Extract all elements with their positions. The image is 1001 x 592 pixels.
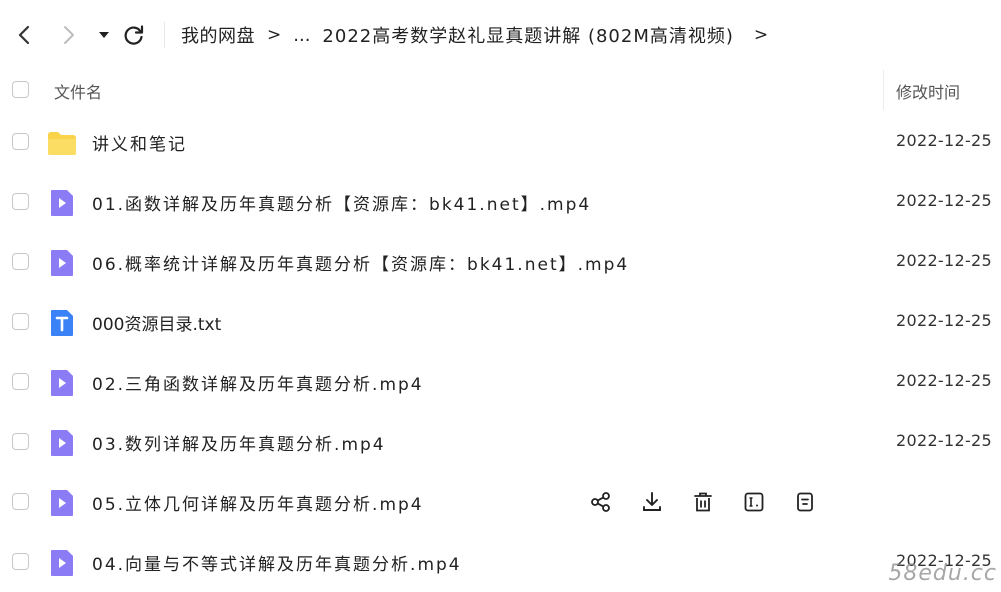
row-checkbox[interactable]	[12, 433, 29, 450]
row-checkbox[interactable]	[12, 493, 29, 510]
file-modified-date: 2022-12-25	[896, 131, 992, 150]
file-name[interactable]: 06.概率统计详解及历年真题分析【资源库：bk41.net】.mp4	[92, 250, 629, 275]
row-checkbox[interactable]	[12, 373, 29, 390]
row-actions	[587, 487, 842, 517]
top-navigation: 我的网盘 > ... 2022高考数学赵礼显真题讲解 (802M高清视频) >	[0, 0, 1001, 70]
row-checkbox[interactable]	[12, 133, 29, 150]
file-modified-date: 2022-12-25	[896, 371, 992, 390]
forward-button[interactable]	[55, 20, 83, 50]
file-name[interactable]: 04.向量与不等式详解及历年真题分析.mp4	[92, 550, 462, 575]
chevron-left-icon	[18, 25, 30, 45]
back-button[interactable]	[10, 20, 38, 50]
video-file-icon	[51, 490, 73, 516]
breadcrumb-separator: >	[267, 25, 282, 45]
video-file-icon	[51, 250, 73, 276]
file-name[interactable]: 02.三角函数详解及历年真题分析.mp4	[92, 370, 424, 395]
breadcrumb-root[interactable]: 我的网盘	[181, 22, 255, 48]
refresh-button[interactable]	[120, 20, 148, 50]
file-row[interactable]: 000资源目录.txt 2022-12-25	[0, 292, 1001, 352]
delete-icon	[694, 492, 712, 512]
file-modified-date: 2022-12-25	[896, 251, 992, 270]
row-checkbox[interactable]	[12, 253, 29, 270]
file-name[interactable]: 03.数列详解及历年真题分析.mp4	[92, 430, 386, 455]
file-row[interactable]: 02.三角函数详解及历年真题分析.mp4 2022-12-25	[0, 352, 1001, 412]
breadcrumb-ellipsis[interactable]: ...	[293, 25, 310, 46]
file-name[interactable]: 01.函数详解及历年真题分析【资源库：bk41.net】.mp4	[92, 190, 591, 215]
file-row[interactable]: 01.函数详解及历年真题分析【资源库：bk41.net】.mp4 2022-12…	[0, 172, 1001, 232]
file-name[interactable]: 05.立体几何详解及历年真题分析.mp4	[92, 490, 424, 515]
watermark: 58edu.cc	[888, 561, 997, 586]
column-divider	[883, 70, 884, 110]
rename-button[interactable]	[740, 488, 768, 516]
more-icon	[797, 492, 813, 512]
history-dropdown-button[interactable]	[90, 20, 118, 50]
file-modified-date: 2022-12-25	[896, 431, 992, 450]
download-button[interactable]	[638, 488, 666, 516]
file-name[interactable]: 000资源目录.txt	[92, 310, 221, 335]
video-file-icon	[51, 190, 73, 216]
row-checkbox[interactable]	[12, 313, 29, 330]
video-file-icon	[51, 430, 73, 456]
file-list-header: 文件名 修改时间	[0, 70, 1001, 110]
file-modified-date: 2022-12-25	[896, 311, 992, 330]
file-name[interactable]: 讲义和笔记	[92, 130, 187, 155]
share-icon	[591, 492, 610, 512]
video-file-icon	[51, 550, 73, 576]
delete-button[interactable]	[689, 488, 717, 516]
file-row[interactable]: 讲义和笔记 2022-12-25	[0, 112, 1001, 172]
file-row[interactable]: 04.向量与不等式详解及历年真题分析.mp4 2022-12-25	[0, 532, 1001, 592]
select-all-checkbox[interactable]	[12, 81, 29, 98]
share-button[interactable]	[587, 488, 615, 516]
refresh-icon	[124, 25, 144, 45]
column-header-name[interactable]: 文件名	[54, 79, 102, 103]
nav-divider	[164, 22, 165, 48]
more-button[interactable]	[791, 488, 819, 516]
file-row-hovered[interactable]: 05.立体几何详解及历年真题分析.mp4	[0, 472, 1001, 532]
breadcrumb-current: 2022高考数学赵礼显真题讲解 (802M高清视频)	[322, 26, 734, 47]
chevron-right-icon	[64, 26, 74, 44]
file-modified-date: 2022-12-25	[896, 191, 992, 210]
column-header-modified-time[interactable]: 修改时间	[896, 79, 960, 103]
row-checkbox[interactable]	[12, 193, 29, 210]
breadcrumb-trailing-separator[interactable]: >	[754, 25, 768, 45]
caret-down-icon	[99, 32, 109, 38]
text-file-icon	[51, 310, 73, 336]
download-icon	[643, 492, 661, 511]
breadcrumb: 我的网盘 > ... 2022高考数学赵礼显真题讲解 (802M高清视频) >	[181, 22, 780, 48]
video-file-icon	[51, 370, 73, 396]
rename-icon	[744, 492, 764, 512]
file-row[interactable]: 03.数列详解及历年真题分析.mp4 2022-12-25	[0, 412, 1001, 472]
row-checkbox[interactable]	[12, 553, 29, 570]
folder-icon	[48, 132, 76, 155]
file-row[interactable]: 06.概率统计详解及历年真题分析【资源库：bk41.net】.mp4 2022-…	[0, 232, 1001, 292]
